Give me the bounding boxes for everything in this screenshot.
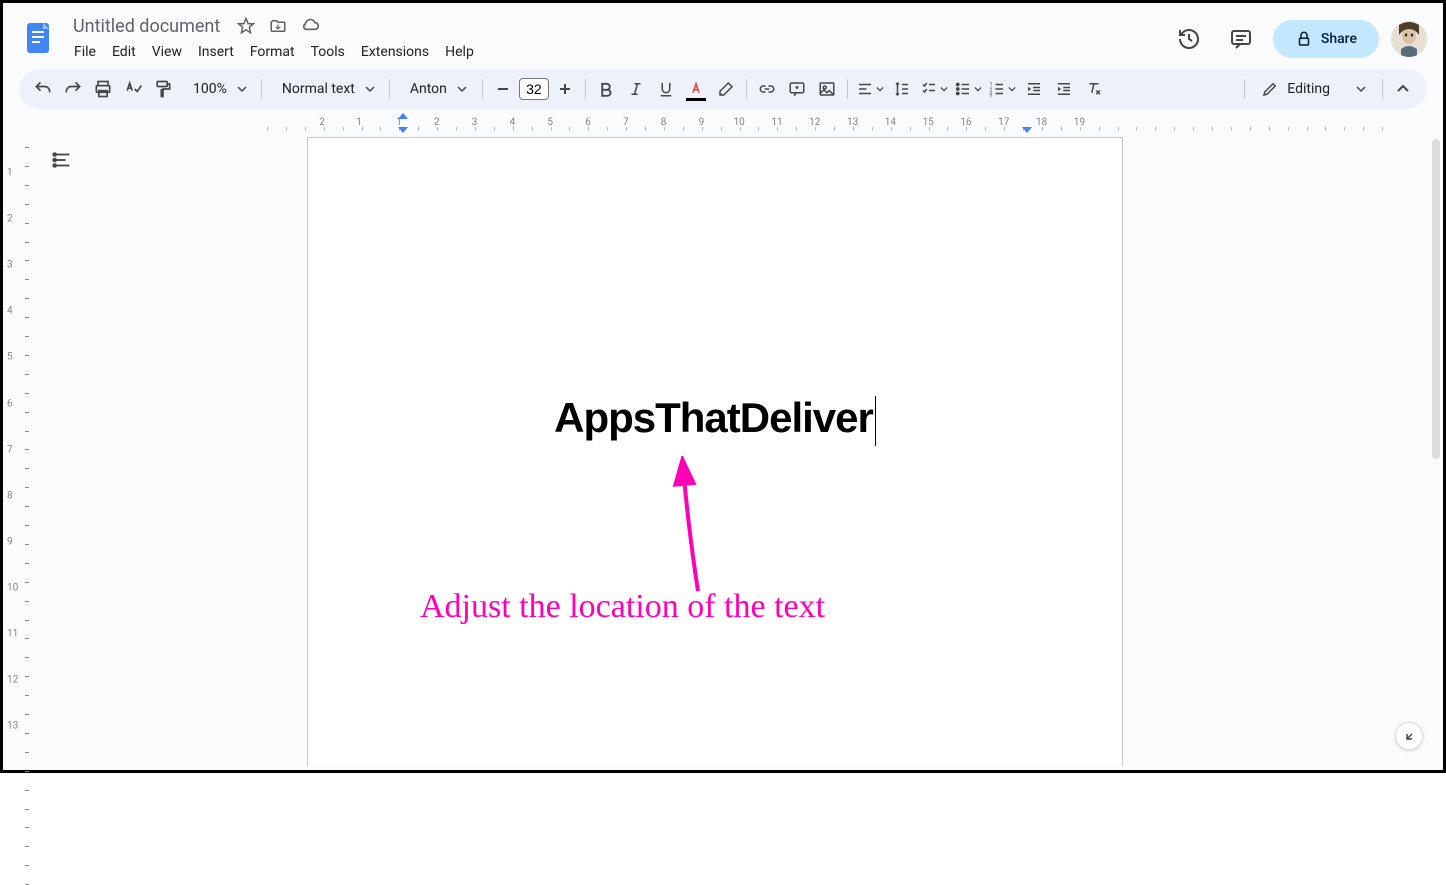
avatar[interactable] [1391,21,1427,57]
explore-fab-button[interactable] [1395,722,1423,750]
menu-view[interactable]: View [145,40,189,64]
document-title[interactable]: Untitled document [67,14,226,39]
style-dropdown[interactable]: Normal text [268,75,383,103]
text-color-button[interactable] [682,75,710,103]
document-text[interactable]: AppsThatDeliver [380,394,1050,446]
zoom-dropdown[interactable]: 100% [179,75,255,103]
chevron-down-icon [233,84,251,94]
line-spacing-button[interactable] [888,75,916,103]
annotation-arrow [638,456,738,596]
vertical-scrollbar[interactable] [1432,139,1440,459]
font-dropdown[interactable]: Anton [396,75,476,103]
print-button[interactable] [89,75,117,103]
chevron-down-icon [453,84,471,94]
increase-indent-button[interactable] [1050,75,1078,103]
insert-comment-button[interactable] [783,75,811,103]
menu-extensions[interactable]: Extensions [354,40,436,64]
share-label: Share [1321,31,1357,47]
document-page[interactable]: AppsThatDeliver Adjust the location of t… [307,137,1123,766]
text-cursor [875,396,876,446]
chevron-down-icon [1356,84,1366,94]
comments-icon[interactable] [1221,19,1261,59]
undo-button[interactable] [29,75,57,103]
redo-button[interactable] [59,75,87,103]
paint-format-button[interactable] [149,75,177,103]
chevron-down-icon [361,84,379,94]
align-button[interactable] [854,75,886,103]
highlight-button[interactable] [712,75,740,103]
lock-icon [1295,30,1313,48]
svg-text:3: 3 [989,93,992,99]
font-size-input[interactable] [519,78,549,100]
annotation-text: Adjust the location of the text [420,588,825,626]
font-size-decrease[interactable] [489,75,517,103]
vertical-ruler: 12345678910111213 [3,109,37,766]
menubar: File Edit View Insert Format Tools Exten… [67,40,1169,64]
horizontal-ruler[interactable]: 2112345678910111213141516171819 [37,115,1443,133]
bulleted-list-button[interactable] [952,75,984,103]
insert-link-button[interactable] [753,75,781,103]
history-icon[interactable] [1169,19,1209,59]
menu-edit[interactable]: Edit [105,40,143,64]
spellcheck-button[interactable] [119,75,147,103]
underline-button[interactable] [652,75,680,103]
menu-file[interactable]: File [67,40,103,64]
move-icon[interactable] [266,14,290,38]
share-button[interactable]: Share [1273,20,1379,58]
menu-help[interactable]: Help [438,40,481,64]
toolbar: 100% Normal text Anton [19,69,1427,109]
font-size-increase[interactable] [551,75,579,103]
docs-logo[interactable] [19,19,59,59]
checklist-button[interactable] [918,75,950,103]
decrease-indent-button[interactable] [1020,75,1048,103]
star-icon[interactable] [234,14,258,38]
pencil-icon [1261,80,1279,98]
menu-tools[interactable]: Tools [304,40,352,64]
clear-formatting-button[interactable] [1080,75,1108,103]
cloud-status-icon[interactable] [298,14,322,38]
italic-button[interactable] [622,75,650,103]
editing-mode-button[interactable]: Editing [1251,74,1376,104]
insert-image-button[interactable] [813,75,841,103]
bold-button[interactable] [592,75,620,103]
collapse-toolbar-button[interactable] [1389,75,1417,103]
menu-insert[interactable]: Insert [191,40,241,64]
numbered-list-button[interactable]: 123 [986,75,1018,103]
header-bar: Untitled document File Edit View Insert … [3,3,1443,67]
menu-format[interactable]: Format [243,40,302,64]
